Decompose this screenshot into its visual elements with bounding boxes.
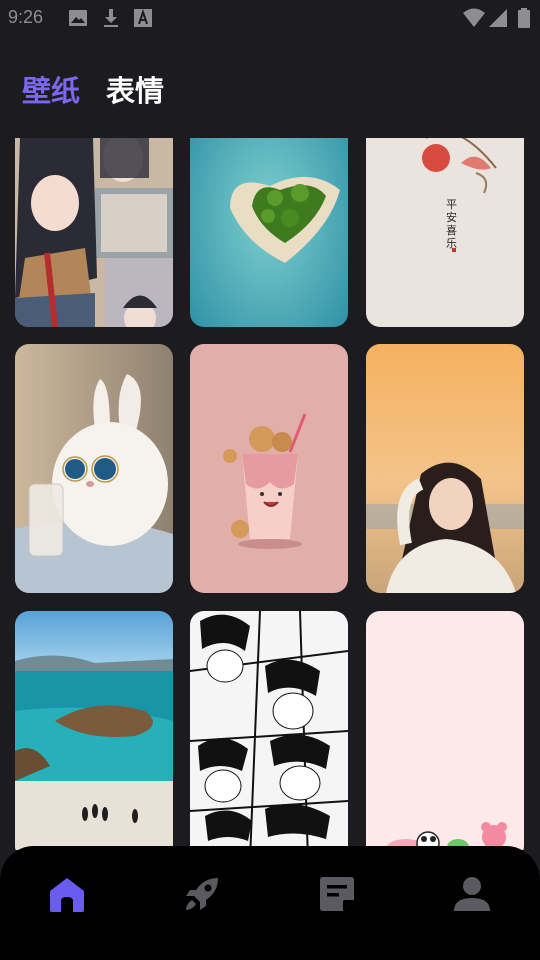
note-icon: [320, 877, 354, 911]
wifi-icon: [463, 8, 485, 27]
wallpaper-card[interactable]: [190, 611, 348, 850]
home-icon: [50, 878, 84, 912]
rocket-icon: [186, 878, 218, 910]
milkshake-image: [190, 344, 348, 593]
wallpaper-card[interactable]: [15, 344, 173, 593]
nav-profile[interactable]: [444, 874, 500, 914]
download-icon: [104, 9, 118, 27]
status-bar: 9:26: [0, 0, 540, 38]
manga-collage-image: [190, 611, 348, 850]
wallpaper-card[interactable]: 平安喜乐: [366, 138, 524, 327]
anime-girl-collage-image: [15, 138, 173, 327]
bottom-nav: [0, 846, 540, 960]
font-icon: [134, 8, 152, 27]
wallpaper-card[interactable]: [15, 138, 173, 327]
tab-wallpaper[interactable]: 壁纸: [22, 68, 80, 110]
wallpaper-card[interactable]: [190, 344, 348, 593]
pomegranate-calligraphy-image: 平安喜乐: [366, 138, 524, 327]
signal-icon: [489, 9, 507, 27]
heart-island-image: [190, 138, 348, 327]
battery-icon: [518, 8, 530, 28]
wallpaper-card[interactable]: [190, 138, 348, 327]
image-icon: [69, 10, 87, 26]
nav-home[interactable]: [39, 874, 95, 914]
tab-stickers[interactable]: 表情: [106, 68, 164, 110]
pink-characters-image: [366, 611, 524, 850]
nav-rocket[interactable]: [174, 874, 230, 914]
girl-beach-image: [366, 344, 524, 593]
wallpaper-card[interactable]: [15, 611, 173, 850]
calligraphy-char: 平安喜乐: [446, 198, 457, 250]
nav-notes[interactable]: [309, 874, 365, 914]
wallpaper-card[interactable]: [366, 611, 524, 850]
bunny-image: [15, 344, 173, 593]
person-icon: [454, 877, 490, 911]
wallpaper-grid: 平安喜乐: [0, 138, 540, 850]
beach-penguins-image: [15, 611, 173, 850]
status-time: 9:26: [8, 7, 44, 27]
wallpaper-card[interactable]: [366, 344, 524, 593]
